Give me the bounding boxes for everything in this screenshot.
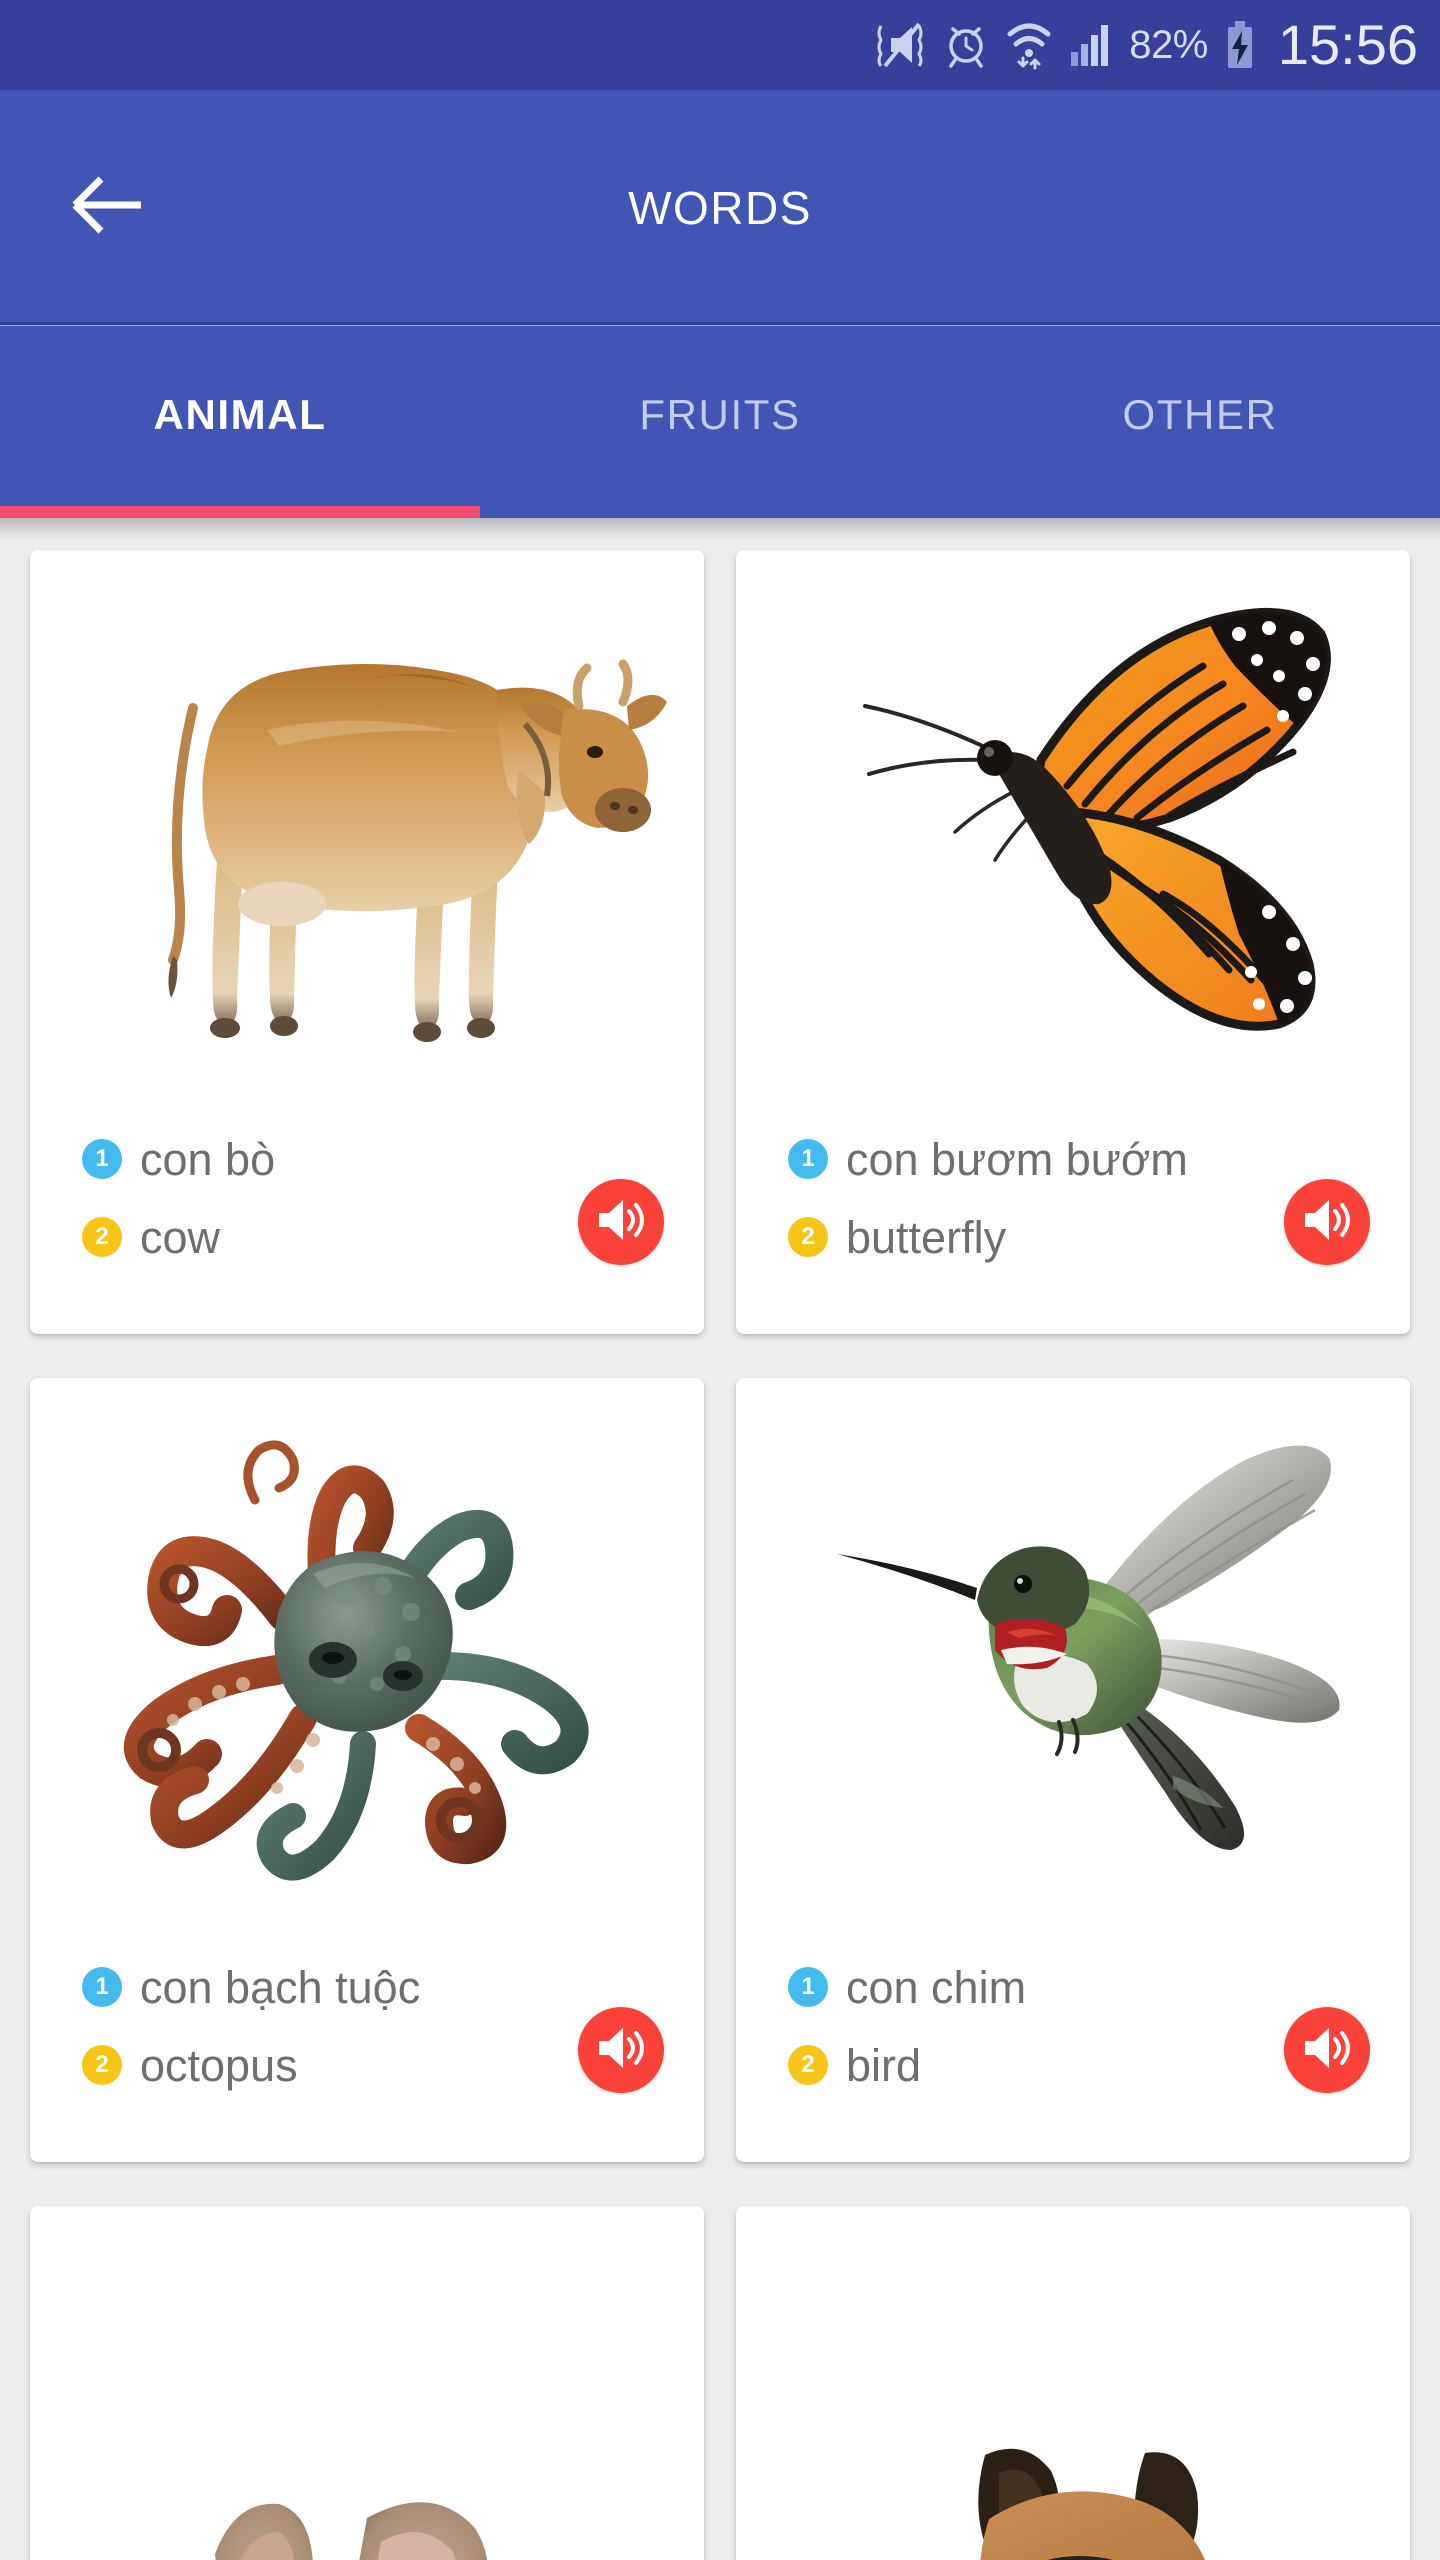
status-bar: 82% 15:56 <box>0 0 1440 90</box>
word-card-dog[interactable] <box>736 2206 1410 2560</box>
badge-two: 2 <box>82 2045 122 2085</box>
word-card-octopus[interactable]: 1 con bạch tuộc 2 octopus <box>30 1378 704 2162</box>
vibrate-mute-icon <box>875 22 927 68</box>
tab-animal[interactable]: ANIMAL <box>0 326 480 518</box>
tab-bar: ANIMAL FRUITS OTHER <box>0 326 1440 518</box>
app-bar: WORDS <box>0 90 1440 325</box>
tab-fruits[interactable]: FRUITS <box>480 326 960 518</box>
card-body: 1 con bươm bướm 2 butterfly <box>736 1110 1410 1334</box>
vietnamese-word: con bạch tuộc <box>140 1961 421 2013</box>
tab-active-indicator <box>0 506 480 518</box>
speaker-button[interactable] <box>1284 1179 1370 1265</box>
speaker-icon <box>595 2025 647 2076</box>
english-word: butterfly <box>846 1211 1007 1263</box>
speaker-button[interactable] <box>578 2007 664 2093</box>
battery-charging-icon <box>1224 20 1256 70</box>
word-card-butterfly[interactable]: 1 con bươm bướm 2 butterfly <box>736 550 1410 1334</box>
badge-one: 1 <box>788 1139 828 1179</box>
english-word: octopus <box>140 2039 298 2091</box>
english-word: bird <box>846 2039 922 2091</box>
badge-one: 1 <box>82 1139 122 1179</box>
word-card-bird[interactable]: 1 con chim 2 bird <box>736 1378 1410 2162</box>
speaker-button[interactable] <box>1284 2007 1370 2093</box>
card-body: 1 con bạch tuộc 2 octopus <box>30 1938 704 2162</box>
back-button[interactable] <box>62 163 152 253</box>
english-word: cow <box>140 1211 221 1263</box>
dog-photo <box>736 2206 1410 2560</box>
page-title: WORDS <box>628 181 812 234</box>
badge-two: 2 <box>82 1217 122 1257</box>
hummingbird-photo <box>736 1378 1410 1938</box>
vietnamese-word: con bò <box>140 1133 276 1185</box>
tab-other[interactable]: OTHER <box>960 326 1440 518</box>
word-card-cow[interactable]: 1 con bò 2 cow <box>30 550 704 1334</box>
word-grid: 1 con bò 2 cow 1 con bươm bướm 2 butterf… <box>0 550 1440 2560</box>
mouse-photo <box>30 2206 704 2560</box>
signal-bars-icon <box>1069 22 1113 68</box>
battery-percent-label: 82% <box>1129 23 1208 67</box>
alarm-clock-icon <box>943 21 989 69</box>
cow-photo <box>30 550 704 1110</box>
app-root: 82% 15:56 WORDS ANIMAL FRUITS OTHER 1 co… <box>0 0 1440 2560</box>
octopus-photo <box>30 1378 704 1938</box>
speaker-icon <box>1301 1197 1353 1248</box>
badge-two: 2 <box>788 1217 828 1257</box>
vietnamese-word: con bươm bướm <box>846 1133 1188 1185</box>
card-body: 1 con chim 2 bird <box>736 1938 1410 2162</box>
card-body: 1 con bò 2 cow <box>30 1110 704 1334</box>
badge-two: 2 <box>788 2045 828 2085</box>
badge-one: 1 <box>82 1967 122 2007</box>
speaker-button[interactable] <box>578 1179 664 1265</box>
butterfly-photo <box>736 550 1410 1110</box>
wifi-icon <box>1005 20 1053 70</box>
speaker-icon <box>1301 2025 1353 2076</box>
back-arrow-icon <box>67 175 147 240</box>
clock-label: 15:56 <box>1277 13 1418 76</box>
vietnamese-word: con chim <box>846 1961 1027 2013</box>
tabbar-shadow <box>0 518 1440 540</box>
speaker-icon <box>595 1197 647 1248</box>
badge-one: 1 <box>788 1967 828 2007</box>
word-card-mouse[interactable] <box>30 2206 704 2560</box>
